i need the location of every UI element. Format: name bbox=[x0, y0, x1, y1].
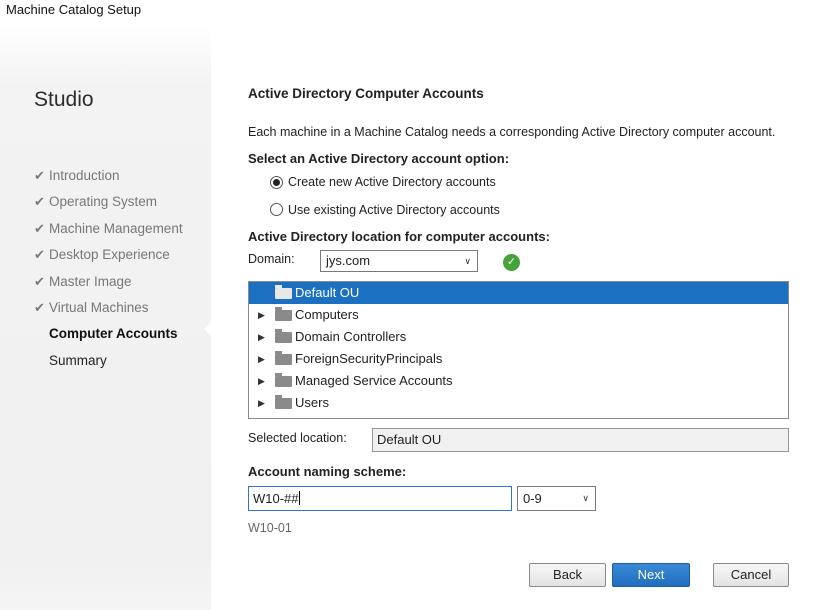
step-machine-management: ✔ Machine Management bbox=[34, 219, 183, 245]
tree-node-label: Users bbox=[295, 395, 329, 410]
expand-arrow-icon[interactable]: ▶ bbox=[258, 392, 265, 414]
chevron-down-icon: ∨ bbox=[464, 256, 471, 266]
expand-arrow-icon[interactable]: ▶ bbox=[258, 326, 265, 348]
step-label: Computer Accounts bbox=[49, 326, 178, 342]
description-text: Each machine in a Machine Catalog needs … bbox=[248, 125, 776, 139]
expand-arrow-icon[interactable]: ▶ bbox=[258, 370, 265, 392]
step-desktop-experience: ✔ Desktop Experience bbox=[34, 245, 183, 271]
check-circle-icon: ✓ bbox=[503, 254, 520, 271]
naming-scheme-input[interactable]: W10-## bbox=[248, 486, 512, 511]
folder-icon bbox=[275, 351, 292, 365]
expand-arrow-icon[interactable]: ▶ bbox=[258, 304, 265, 326]
brand-title: Studio bbox=[34, 88, 94, 111]
checkmark-icon: ✔ bbox=[34, 220, 45, 236]
step-label: Summary bbox=[49, 352, 107, 368]
tree-node-foreign-security-principals[interactable]: ▶ ForeignSecurityPrincipals bbox=[249, 348, 788, 370]
next-button[interactable]: Next bbox=[612, 563, 690, 587]
domain-label: Domain: bbox=[248, 252, 295, 266]
folder-icon bbox=[275, 307, 292, 321]
step-label: Machine Management bbox=[49, 220, 183, 236]
location-label: Active Directory location for computer a… bbox=[248, 229, 550, 244]
tree-node-label: Default OU bbox=[295, 285, 360, 300]
step-computer-accounts: Computer Accounts bbox=[34, 324, 183, 350]
radio-create-new[interactable] bbox=[270, 176, 283, 189]
naming-scheme-label: Account naming scheme: bbox=[248, 464, 407, 479]
step-label: Desktop Experience bbox=[49, 247, 170, 263]
wizard-steps: ✔ Introduction ✔ Operating System ✔ Machine… bbox=[34, 166, 183, 377]
ou-tree[interactable]: Default OU ▶ Computers ▶ Domain Controll… bbox=[248, 281, 789, 419]
text-cursor bbox=[298, 491, 300, 505]
naming-scheme-value: W10-## bbox=[253, 491, 299, 506]
step-label: Master Image bbox=[49, 273, 132, 289]
folder-icon bbox=[275, 395, 292, 409]
naming-type-select[interactable]: 0-9 ∨ bbox=[517, 486, 596, 511]
domain-value: jys.com bbox=[326, 253, 371, 268]
tree-node-label: Computers bbox=[295, 307, 359, 322]
tree-node-label: Managed Service Accounts bbox=[295, 373, 453, 388]
sidebar: Studio ✔ Introduction ✔ Operating System ✔… bbox=[0, 26, 211, 610]
radio-use-existing[interactable] bbox=[270, 203, 283, 216]
folder-icon bbox=[275, 329, 292, 343]
tree-node-computers[interactable]: ▶ Computers bbox=[249, 304, 788, 326]
chevron-down-icon: ∨ bbox=[582, 493, 589, 503]
folder-icon bbox=[275, 373, 292, 387]
naming-type-value: 0-9 bbox=[523, 491, 542, 506]
main-panel: Active Directory Computer Accounts Each … bbox=[211, 26, 824, 610]
naming-preview: W10-01 bbox=[248, 521, 292, 535]
selected-location-field: Default OU bbox=[372, 428, 789, 452]
step-operating-system: ✔ Operating System bbox=[34, 192, 183, 218]
radio-use-existing-label[interactable]: Use existing Active Directory accounts bbox=[288, 203, 500, 217]
step-summary: Summary bbox=[34, 351, 183, 377]
checkmark-icon: ✔ bbox=[34, 194, 45, 210]
tree-node-users[interactable]: ▶ Users bbox=[249, 392, 788, 414]
page-title: Active Directory Computer Accounts bbox=[248, 86, 484, 101]
step-label: Introduction bbox=[49, 168, 120, 183]
step-master-image: ✔ Master Image bbox=[34, 272, 183, 298]
back-button[interactable]: Back bbox=[529, 563, 606, 587]
folder-icon bbox=[275, 285, 292, 299]
checkmark-icon: ✔ bbox=[34, 168, 45, 183]
step-label: Virtual Machines bbox=[49, 299, 149, 315]
cancel-button[interactable]: Cancel bbox=[713, 563, 789, 587]
step-virtual-machines: ✔ Virtual Machines bbox=[34, 298, 183, 324]
tree-node-label: ForeignSecurityPrincipals bbox=[295, 351, 443, 366]
selected-location-value: Default OU bbox=[377, 432, 442, 447]
account-option-label: Select an Active Directory account optio… bbox=[248, 151, 510, 166]
tree-node-domain-controllers[interactable]: ▶ Domain Controllers bbox=[249, 326, 788, 348]
expand-arrow-icon[interactable]: ▶ bbox=[258, 348, 265, 370]
checkmark-icon: ✔ bbox=[34, 247, 45, 263]
checkmark-icon: ✔ bbox=[34, 273, 45, 289]
tree-node-managed-service-accounts[interactable]: ▶ Managed Service Accounts bbox=[249, 370, 788, 392]
title-bar: Machine Catalog Setup bbox=[0, 0, 824, 26]
checkmark-icon: ✔ bbox=[34, 299, 45, 315]
domain-select[interactable]: jys.com ∨ bbox=[320, 250, 478, 272]
step-label: Operating System bbox=[49, 194, 158, 210]
selected-location-label: Selected location: bbox=[248, 431, 347, 445]
tree-node-default-ou[interactable]: Default OU bbox=[249, 282, 788, 304]
tree-node-label: Domain Controllers bbox=[295, 329, 407, 344]
step-introduction: ✔ Introduction bbox=[34, 166, 183, 192]
window-title: Machine Catalog Setup bbox=[6, 2, 142, 17]
radio-create-new-label[interactable]: Create new Active Directory accounts bbox=[288, 175, 496, 189]
